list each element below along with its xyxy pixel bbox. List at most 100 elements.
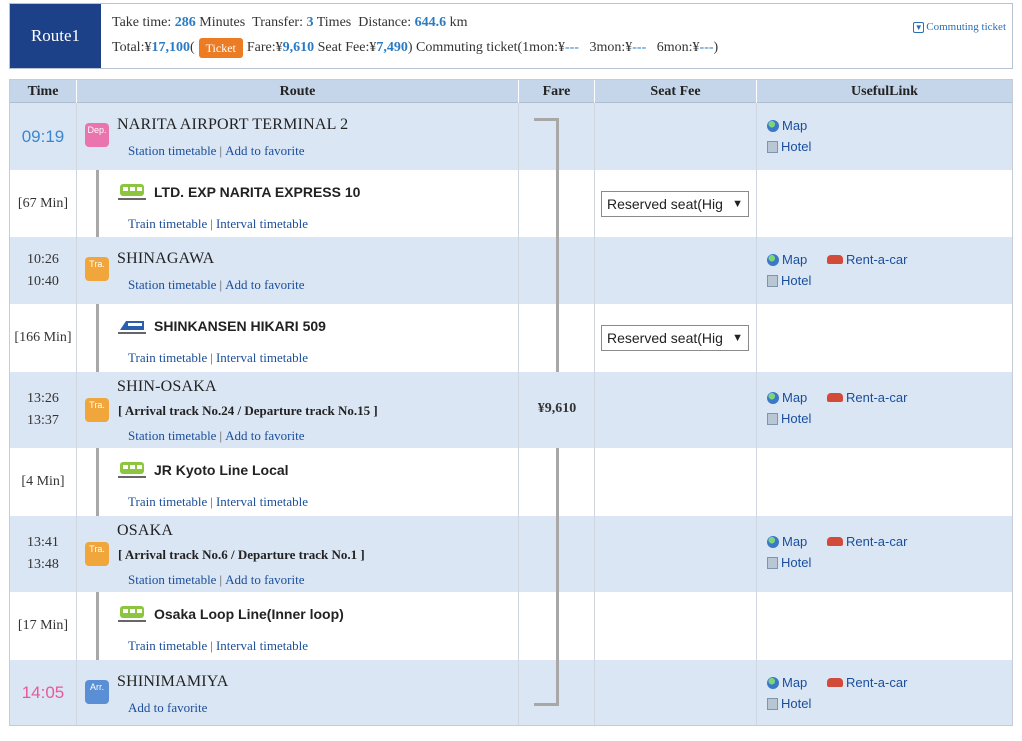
station-icon-label: Arr. <box>89 682 104 692</box>
seat-fee-value: 7,490 <box>376 40 408 55</box>
minutes-label: Minutes <box>199 15 246 30</box>
train-timetable-link[interactable]: Train timetable <box>128 216 207 231</box>
station-timetable-link[interactable]: Station timetable <box>128 572 216 587</box>
station-icon-label: Tra. <box>89 400 105 410</box>
station-icon-label: Dep. <box>87 125 107 135</box>
hotel-label: Hotel <box>781 696 812 711</box>
train-icon <box>118 606 146 622</box>
interval-timetable-link[interactable]: Interval timetable <box>216 638 308 653</box>
hotel-link[interactable]: Hotel <box>767 139 811 154</box>
interval-timetable-link[interactable]: Interval timetable <box>216 216 308 231</box>
train-icon <box>118 462 146 478</box>
interval-timetable-link[interactable]: Interval timetable <box>216 494 308 509</box>
map-link[interactable]: Map <box>767 534 807 549</box>
header-route: Route <box>77 80 519 103</box>
train-name: JR Kyoto Line Local <box>154 462 289 478</box>
arrival-time: 10:26 <box>27 251 59 267</box>
time-cell: 14:05 <box>10 660 76 725</box>
station-icon-label: Tra. <box>89 544 105 554</box>
section-row: [166 Min] SHINKANSEN HIKARI 509 Train ti… <box>10 304 1012 372</box>
train-links: Train timetable | Interval timetable <box>128 216 308 231</box>
train-links: Train timetable | Interval timetable <box>128 638 308 653</box>
route-tab[interactable]: Route1 <box>10 4 101 68</box>
hotel-label: Hotel <box>781 139 812 154</box>
duration-cell: [166 Min] <box>10 304 76 372</box>
station-links: Station timetable | Add to favorite <box>128 572 305 587</box>
fare-bracket-line <box>556 170 559 237</box>
hotel-link[interactable]: Hotel <box>767 696 811 711</box>
train-timetable-link[interactable]: Train timetable <box>128 494 207 509</box>
train-timetable-link[interactable]: Train timetable <box>128 350 207 365</box>
station-timetable-link[interactable]: Station timetable <box>128 143 216 158</box>
fare-total-value: 9,610 <box>282 40 315 55</box>
dropdown-arrow-icon: ▼ <box>732 332 743 344</box>
car-icon <box>827 537 843 546</box>
arrival-time: 14:05 <box>21 682 65 702</box>
station-name: OSAKA <box>117 522 174 539</box>
hotel-icon <box>767 140 778 153</box>
close-paren: ) <box>407 40 413 55</box>
track-info: [ Arrival track No.6 / Departure track N… <box>118 547 365 562</box>
add-to-favorite-link[interactable]: Add to favorite <box>128 700 207 715</box>
station-links: Add to favorite <box>128 700 207 716</box>
section-row: [4 Min] JR Kyoto Line Local Train timeta… <box>10 448 1012 516</box>
map-label: Map <box>782 118 808 133</box>
ticket-badge[interactable]: Ticket <box>198 38 243 58</box>
hotel-link[interactable]: Hotel <box>767 273 811 288</box>
transfer-icon: Tra. <box>85 398 109 422</box>
globe-icon <box>767 119 779 132</box>
add-to-favorite-link[interactable]: Add to favorite <box>225 143 304 158</box>
section-row: [17 Min] Osaka Loop Line(Inner loop) Tra… <box>10 592 1012 660</box>
station-timetable-link[interactable]: Station timetable <box>128 428 216 443</box>
rent-a-car-link[interactable]: Rent-a-car <box>827 675 907 690</box>
map-link[interactable]: Map <box>767 118 807 133</box>
fare-value: ¥9,610 <box>537 401 577 416</box>
add-to-favorite-link[interactable]: Add to favorite <box>225 277 304 292</box>
hotel-label: Hotel <box>781 411 812 426</box>
hotel-link[interactable]: Hotel <box>767 555 811 570</box>
duration: [17 Min] <box>17 618 69 633</box>
add-to-favorite-link[interactable]: Add to favorite <box>225 572 304 587</box>
times-label: Times <box>316 15 352 30</box>
header-fare: Fare <box>519 80 595 103</box>
fare-label: Fare:¥ <box>246 40 283 55</box>
map-label: Map <box>782 252 808 267</box>
departure-time: 10:40 <box>27 273 59 289</box>
header-seat-fee: Seat Fee <box>595 80 757 103</box>
commuting-ticket-link[interactable]: ▼ Commuting ticket <box>913 21 1006 33</box>
map-link[interactable]: Map <box>767 252 807 267</box>
fare-bracket-line <box>556 592 559 660</box>
fare-bracket-line <box>556 304 559 372</box>
dropdown-arrow-icon: ▼ <box>732 198 743 210</box>
commute-end: ) <box>713 40 719 55</box>
seat-type-select[interactable]: Reserved seat(Hig ▼ <box>601 191 749 217</box>
train-timetable-link[interactable]: Train timetable <box>128 638 207 653</box>
km-label: km <box>449 15 468 30</box>
map-label: Map <box>782 534 808 549</box>
add-to-favorite-link[interactable]: Add to favorite <box>225 428 304 443</box>
car-icon <box>827 255 843 264</box>
map-link[interactable]: Map <box>767 675 807 690</box>
rent-a-car-link[interactable]: Rent-a-car <box>827 390 907 405</box>
station-name: NARITA AIRPORT TERMINAL 2 <box>117 116 349 133</box>
duration-cell: [4 Min] <box>10 448 76 516</box>
globe-icon <box>767 676 779 689</box>
route-label: Route1 <box>30 26 81 45</box>
interval-timetable-link[interactable]: Interval timetable <box>216 350 308 365</box>
arrival-time: 13:41 <box>27 535 59 550</box>
rent-a-car-link[interactable]: Rent-a-car <box>827 534 907 549</box>
duration: [67 Min] <box>17 195 69 211</box>
route-line <box>96 170 99 237</box>
car-icon <box>827 393 843 402</box>
transfer-icon: Tra. <box>85 542 109 566</box>
globe-icon <box>767 253 779 266</box>
station-timetable-link[interactable]: Station timetable <box>128 277 216 292</box>
hotel-link[interactable]: Hotel <box>767 411 811 426</box>
route-line <box>96 448 99 516</box>
fare-bracket-line <box>556 448 559 516</box>
column-divider <box>594 103 595 725</box>
seat-type-select[interactable]: Reserved seat(Hig ▼ <box>601 325 749 351</box>
rent-a-car-link[interactable]: Rent-a-car <box>827 252 907 267</box>
map-link[interactable]: Map <box>767 390 807 405</box>
header-time: Time <box>10 80 77 103</box>
